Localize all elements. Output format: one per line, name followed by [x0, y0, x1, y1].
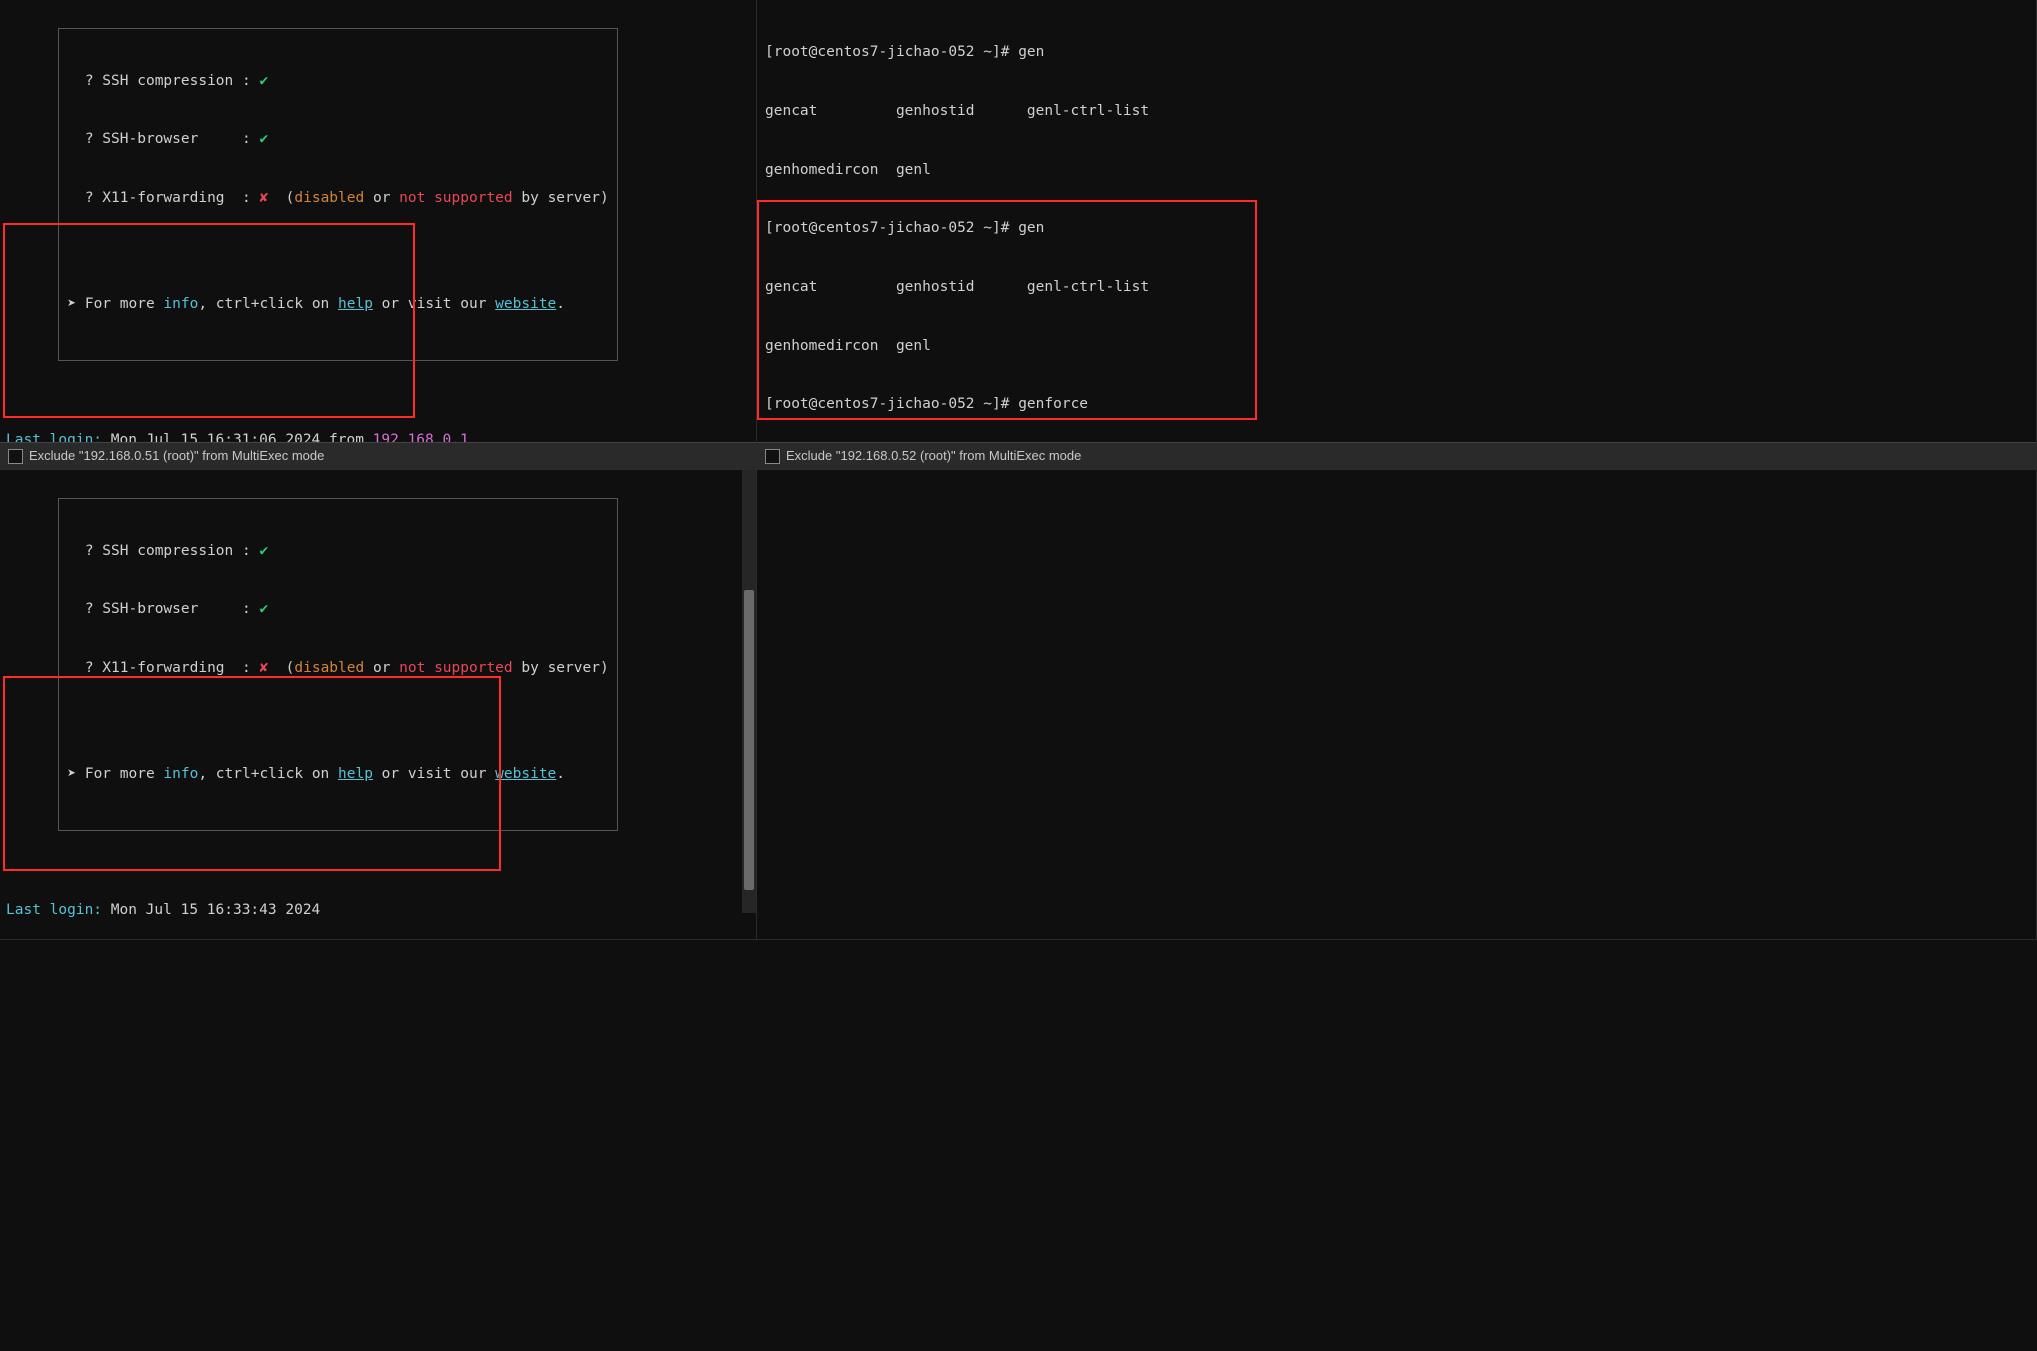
last-login-label: Last login: — [6, 902, 102, 918]
exclude-checkbox-label[interactable]: Exclude "192.168.0.51 (root)" from Multi… — [29, 447, 324, 465]
pane-footer: Exclude "192.168.0.52 (root)" from Multi… — [757, 442, 2036, 469]
scrollbar[interactable] — [742, 470, 756, 913]
terminal-content[interactable]: ? SSH compression : ✔ ? SSH-browser : ✔ … — [0, 470, 756, 940]
ssh-compression-label: ? SSH compression : — [67, 543, 259, 559]
terminal-pane-053[interactable]: ? SSH compression : ✔ ? SSH-browser : ✔ … — [0, 470, 757, 940]
welcome-box: ? SSH compression : ✔ ? SSH-browser : ✔ … — [58, 28, 617, 361]
x-icon: ✘ — [259, 190, 268, 206]
x-icon: ✘ — [259, 660, 268, 676]
exclude-checkbox[interactable] — [8, 449, 23, 464]
terminal-content[interactable]: ? SSH compression : ✔ ? SSH-browser : ✔ … — [0, 0, 756, 470]
website-link[interactable]: website — [495, 296, 556, 312]
exclude-checkbox[interactable] — [765, 449, 780, 464]
terminal-pane-empty — [757, 470, 2037, 940]
ssh-browser-label: ? SSH-browser : — [67, 601, 259, 617]
exclude-checkbox-label[interactable]: Exclude "192.168.0.52 (root)" from Multi… — [786, 447, 1081, 465]
x11-forwarding-label: ? X11-forwarding : — [67, 190, 259, 206]
help-link[interactable]: help — [338, 766, 373, 782]
terminal-pane-052[interactable]: [root@centos7-jichao-052 ~]# gen gencat … — [757, 0, 2037, 470]
check-icon: ✔ — [259, 543, 268, 559]
welcome-box: ? SSH compression : ✔ ? SSH-browser : ✔ … — [58, 498, 617, 831]
terminal-content[interactable]: [root@centos7-jichao-052 ~]# gen gencat … — [757, 0, 2036, 470]
website-link[interactable]: website — [495, 766, 556, 782]
scrollbar-thumb[interactable] — [744, 590, 754, 890]
more-info-text: ➤ For more — [67, 766, 163, 782]
check-icon: ✔ — [259, 73, 268, 89]
x11-forwarding-label: ? X11-forwarding : — [67, 660, 259, 676]
terminal-pane-051[interactable]: ? SSH compression : ✔ ? SSH-browser : ✔ … — [0, 0, 757, 470]
terminal-grid: ? SSH compression : ✔ ? SSH-browser : ✔ … — [0, 0, 2037, 940]
check-icon: ✔ — [259, 601, 268, 617]
help-link[interactable]: help — [338, 296, 373, 312]
ssh-browser-label: ? SSH-browser : — [67, 131, 259, 147]
ssh-compression-label: ? SSH compression : — [67, 73, 259, 89]
pane-footer: Exclude "192.168.0.51 (root)" from Multi… — [0, 442, 756, 469]
check-icon: ✔ — [259, 131, 268, 147]
more-info-text: ➤ For more — [67, 296, 163, 312]
gen-completion: gencat genhostid genl-ctrl-list — [765, 103, 1149, 119]
